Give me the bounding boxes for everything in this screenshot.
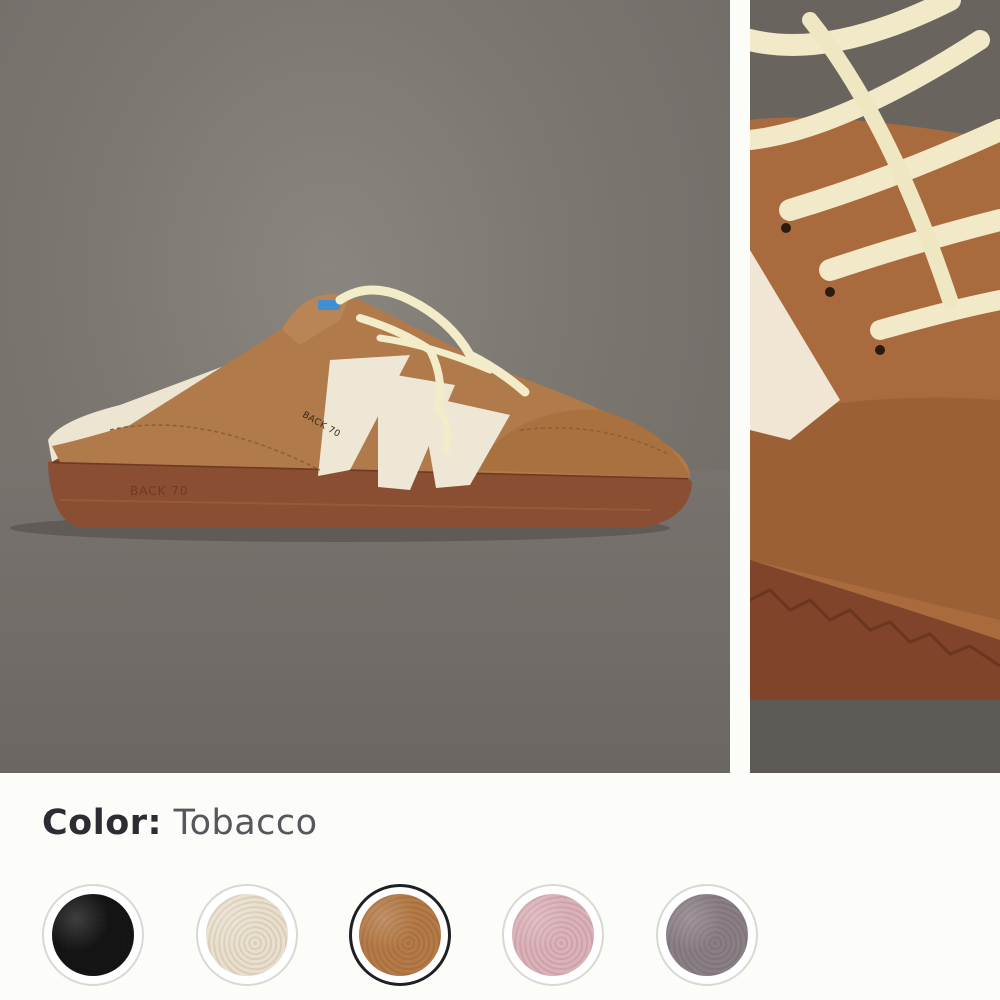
color-swatch-metallic[interactable] bbox=[656, 884, 758, 986]
product-detail-image[interactable] bbox=[750, 0, 1000, 773]
brand-mark-sole: BACK 70 bbox=[130, 484, 189, 498]
color-swatch-list bbox=[0, 884, 1000, 988]
shoe-closeup-illustration bbox=[750, 0, 1000, 773]
color-swatch-pink[interactable] bbox=[502, 884, 604, 986]
swatch-fill bbox=[512, 894, 594, 976]
selected-color-name: Tobacco bbox=[173, 803, 318, 843]
swatch-fill bbox=[52, 894, 134, 976]
product-main-image[interactable]: BACK 70 BACK 70 bbox=[0, 0, 730, 773]
color-swatch-black[interactable] bbox=[42, 884, 144, 986]
color-label-key: Color: bbox=[42, 803, 163, 843]
shoe-illustration bbox=[10, 285, 692, 542]
swatch-fill bbox=[666, 894, 748, 976]
color-swatch-tobacco[interactable] bbox=[349, 884, 451, 986]
color-label: Color: Tobacco bbox=[42, 800, 318, 846]
product-image-gallery: BACK 70 BACK 70 bbox=[0, 0, 1000, 773]
color-swatch-cream[interactable] bbox=[196, 884, 298, 986]
swatch-fill bbox=[359, 894, 441, 976]
swatch-fill bbox=[206, 894, 288, 976]
